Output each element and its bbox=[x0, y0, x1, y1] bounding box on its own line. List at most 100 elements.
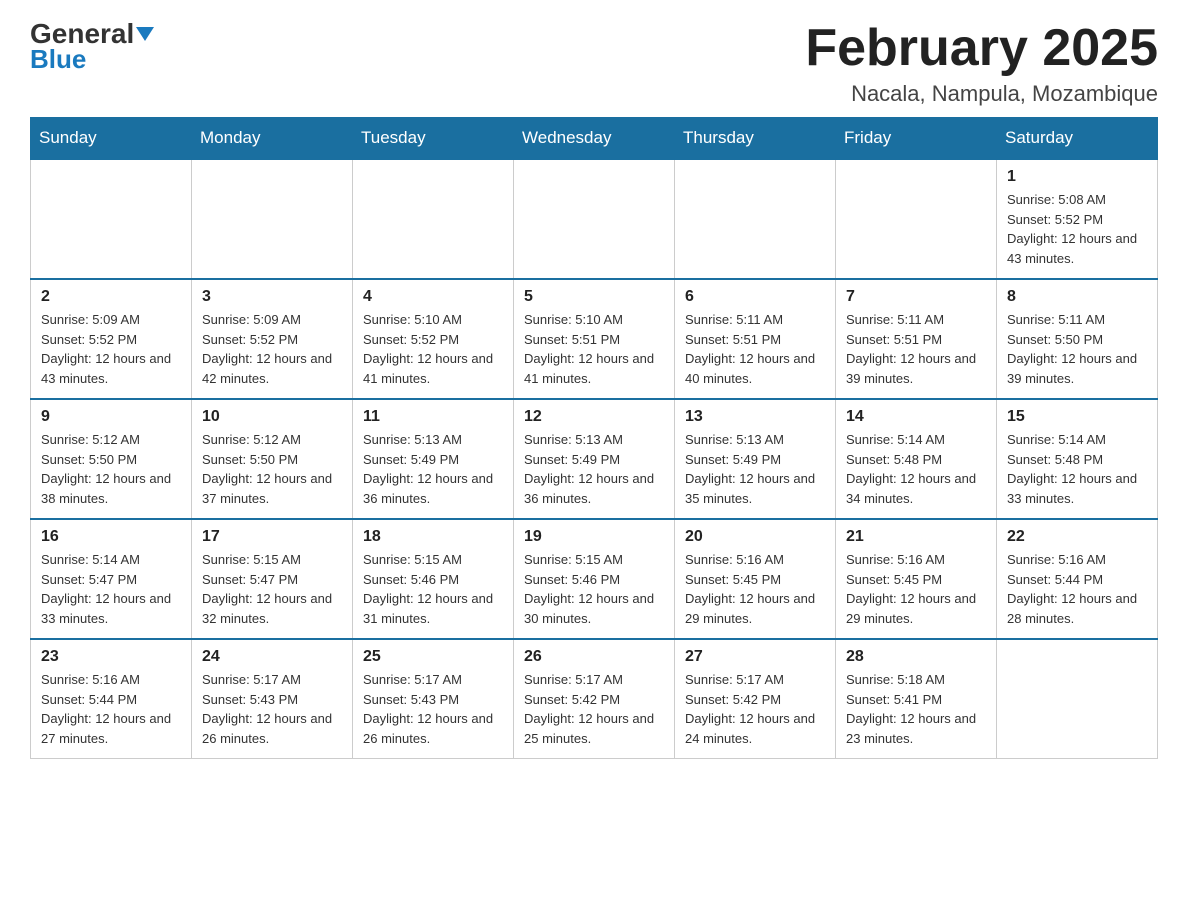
day-info: Sunrise: 5:17 AM Sunset: 5:43 PM Dayligh… bbox=[202, 670, 342, 748]
calendar-day-cell: 7 Sunrise: 5:11 AM Sunset: 5:51 PM Daylig… bbox=[836, 279, 997, 399]
calendar-header-tuesday: Tuesday bbox=[353, 118, 514, 160]
calendar-day-cell: 1Sunrise: 5:08 AM Sunset: 5:52 PM Daylig… bbox=[997, 159, 1158, 279]
calendar-day-cell: 11 Sunrise: 5:13 AM Sunset: 5:49 PM Dayli… bbox=[353, 399, 514, 519]
calendar-day-cell: 3 Sunrise: 5:09 AM Sunset: 5:52 PM Daylig… bbox=[192, 279, 353, 399]
day-number: 13 bbox=[685, 408, 825, 426]
day-number: 11 bbox=[363, 408, 503, 426]
day-number: 21 bbox=[846, 528, 986, 546]
day-info: Sunrise: 5:14 AM Sunset: 5:48 PM Dayligh… bbox=[1007, 430, 1147, 508]
calendar-day-cell: 16 Sunrise: 5:14 AM Sunset: 5:47 PM Dayli… bbox=[31, 519, 192, 639]
calendar-day-cell: 21 Sunrise: 5:16 AM Sunset: 5:45 PM Dayli… bbox=[836, 519, 997, 639]
calendar-day-cell bbox=[997, 639, 1158, 759]
day-info: Sunrise: 5:11 AM Sunset: 5:51 PM Dayligh… bbox=[846, 310, 986, 388]
day-number: 19 bbox=[524, 528, 664, 546]
calendar-day-cell: 20 Sunrise: 5:16 AM Sunset: 5:45 PM Dayli… bbox=[675, 519, 836, 639]
day-info: Sunrise: 5:16 AM Sunset: 5:44 PM Dayligh… bbox=[41, 670, 181, 748]
day-info: Sunrise: 5:10 AM Sunset: 5:51 PM Dayligh… bbox=[524, 310, 664, 388]
calendar-week-row: 1Sunrise: 5:08 AM Sunset: 5:52 PM Daylig… bbox=[31, 159, 1158, 279]
calendar-day-cell: 14 Sunrise: 5:14 AM Sunset: 5:48 PM Dayli… bbox=[836, 399, 997, 519]
calendar-header-friday: Friday bbox=[836, 118, 997, 160]
day-number: 14 bbox=[846, 408, 986, 426]
day-number: 23 bbox=[41, 648, 181, 666]
day-number: 20 bbox=[685, 528, 825, 546]
calendar-day-cell: 10 Sunrise: 5:12 AM Sunset: 5:50 PM Dayli… bbox=[192, 399, 353, 519]
page-header: General Blue February 2025 Nacala, Nampu… bbox=[30, 20, 1158, 107]
day-info: Sunrise: 5:17 AM Sunset: 5:42 PM Dayligh… bbox=[524, 670, 664, 748]
calendar-day-cell: 2 Sunrise: 5:09 AM Sunset: 5:52 PM Daylig… bbox=[31, 279, 192, 399]
location: Nacala, Nampula, Mozambique bbox=[805, 81, 1158, 107]
day-info: Sunrise: 5:12 AM Sunset: 5:50 PM Dayligh… bbox=[41, 430, 181, 508]
calendar-day-cell: 12Sunrise: 5:13 AM Sunset: 5:49 PM Dayli… bbox=[514, 399, 675, 519]
day-number: 15 bbox=[1007, 408, 1147, 426]
day-number: 17 bbox=[202, 528, 342, 546]
logo: General Blue bbox=[30, 20, 154, 75]
day-info: Sunrise: 5:09 AM Sunset: 5:52 PM Dayligh… bbox=[202, 310, 342, 388]
day-number: 8 bbox=[1007, 288, 1147, 306]
calendar-header-thursday: Thursday bbox=[675, 118, 836, 160]
calendar-day-cell: 13 Sunrise: 5:13 AM Sunset: 5:49 PM Dayli… bbox=[675, 399, 836, 519]
calendar-day-cell bbox=[514, 159, 675, 279]
calendar-day-cell: 25 Sunrise: 5:17 AM Sunset: 5:43 PM Dayli… bbox=[353, 639, 514, 759]
day-number: 28 bbox=[846, 648, 986, 666]
day-number: 9 bbox=[41, 408, 181, 426]
calendar-day-cell: 9 Sunrise: 5:12 AM Sunset: 5:50 PM Daylig… bbox=[31, 399, 192, 519]
calendar-day-cell: 4 Sunrise: 5:10 AM Sunset: 5:52 PM Daylig… bbox=[353, 279, 514, 399]
day-number: 22 bbox=[1007, 528, 1147, 546]
day-number: 12 bbox=[524, 408, 664, 426]
day-info: Sunrise: 5:15 AM Sunset: 5:46 PM Dayligh… bbox=[363, 550, 503, 628]
day-info: Sunrise: 5:16 AM Sunset: 5:45 PM Dayligh… bbox=[685, 550, 825, 628]
calendar-day-cell: 5Sunrise: 5:10 AM Sunset: 5:51 PM Daylig… bbox=[514, 279, 675, 399]
day-number: 26 bbox=[524, 648, 664, 666]
calendar-day-cell: 24Sunrise: 5:17 AM Sunset: 5:43 PM Dayli… bbox=[192, 639, 353, 759]
logo-triangle-icon bbox=[136, 27, 154, 41]
calendar-day-cell: 15 Sunrise: 5:14 AM Sunset: 5:48 PM Dayli… bbox=[997, 399, 1158, 519]
calendar-header-row: SundayMondayTuesdayWednesdayThursdayFrid… bbox=[31, 118, 1158, 160]
day-number: 6 bbox=[685, 288, 825, 306]
calendar-day-cell: 22Sunrise: 5:16 AM Sunset: 5:44 PM Dayli… bbox=[997, 519, 1158, 639]
calendar-week-row: 9 Sunrise: 5:12 AM Sunset: 5:50 PM Daylig… bbox=[31, 399, 1158, 519]
calendar-header-wednesday: Wednesday bbox=[514, 118, 675, 160]
day-info: Sunrise: 5:13 AM Sunset: 5:49 PM Dayligh… bbox=[685, 430, 825, 508]
day-info: Sunrise: 5:17 AM Sunset: 5:43 PM Dayligh… bbox=[363, 670, 503, 748]
calendar-week-row: 16 Sunrise: 5:14 AM Sunset: 5:47 PM Dayli… bbox=[31, 519, 1158, 639]
day-number: 7 bbox=[846, 288, 986, 306]
day-info: Sunrise: 5:15 AM Sunset: 5:46 PM Dayligh… bbox=[524, 550, 664, 628]
day-info: Sunrise: 5:14 AM Sunset: 5:47 PM Dayligh… bbox=[41, 550, 181, 628]
day-info: Sunrise: 5:16 AM Sunset: 5:45 PM Dayligh… bbox=[846, 550, 986, 628]
calendar-day-cell: 18 Sunrise: 5:15 AM Sunset: 5:46 PM Dayli… bbox=[353, 519, 514, 639]
calendar-day-cell: 26 Sunrise: 5:17 AM Sunset: 5:42 PM Dayli… bbox=[514, 639, 675, 759]
calendar-day-cell: 27Sunrise: 5:17 AM Sunset: 5:42 PM Dayli… bbox=[675, 639, 836, 759]
day-number: 10 bbox=[202, 408, 342, 426]
calendar-day-cell bbox=[353, 159, 514, 279]
calendar-day-cell: 8 Sunrise: 5:11 AM Sunset: 5:50 PM Daylig… bbox=[997, 279, 1158, 399]
calendar-header-saturday: Saturday bbox=[997, 118, 1158, 160]
day-number: 4 bbox=[363, 288, 503, 306]
calendar-day-cell bbox=[836, 159, 997, 279]
day-info: Sunrise: 5:15 AM Sunset: 5:47 PM Dayligh… bbox=[202, 550, 342, 628]
day-number: 18 bbox=[363, 528, 503, 546]
calendar-week-row: 23 Sunrise: 5:16 AM Sunset: 5:44 PM Dayli… bbox=[31, 639, 1158, 759]
calendar-header-sunday: Sunday bbox=[31, 118, 192, 160]
month-title: February 2025 bbox=[805, 20, 1158, 77]
day-info: Sunrise: 5:17 AM Sunset: 5:42 PM Dayligh… bbox=[685, 670, 825, 748]
day-number: 25 bbox=[363, 648, 503, 666]
day-info: Sunrise: 5:09 AM Sunset: 5:52 PM Dayligh… bbox=[41, 310, 181, 388]
day-number: 3 bbox=[202, 288, 342, 306]
calendar-day-cell: 6 Sunrise: 5:11 AM Sunset: 5:51 PM Daylig… bbox=[675, 279, 836, 399]
calendar-day-cell bbox=[31, 159, 192, 279]
day-number: 16 bbox=[41, 528, 181, 546]
day-number: 2 bbox=[41, 288, 181, 306]
day-info: Sunrise: 5:12 AM Sunset: 5:50 PM Dayligh… bbox=[202, 430, 342, 508]
logo-blue: Blue bbox=[30, 44, 86, 75]
day-info: Sunrise: 5:18 AM Sunset: 5:41 PM Dayligh… bbox=[846, 670, 986, 748]
day-info: Sunrise: 5:13 AM Sunset: 5:49 PM Dayligh… bbox=[363, 430, 503, 508]
day-info: Sunrise: 5:08 AM Sunset: 5:52 PM Dayligh… bbox=[1007, 190, 1147, 268]
day-info: Sunrise: 5:10 AM Sunset: 5:52 PM Dayligh… bbox=[363, 310, 503, 388]
day-info: Sunrise: 5:11 AM Sunset: 5:51 PM Dayligh… bbox=[685, 310, 825, 388]
calendar-day-cell: 23 Sunrise: 5:16 AM Sunset: 5:44 PM Dayli… bbox=[31, 639, 192, 759]
calendar-day-cell: 28 Sunrise: 5:18 AM Sunset: 5:41 PM Dayli… bbox=[836, 639, 997, 759]
calendar-week-row: 2 Sunrise: 5:09 AM Sunset: 5:52 PM Daylig… bbox=[31, 279, 1158, 399]
calendar-header-monday: Monday bbox=[192, 118, 353, 160]
day-info: Sunrise: 5:11 AM Sunset: 5:50 PM Dayligh… bbox=[1007, 310, 1147, 388]
day-info: Sunrise: 5:14 AM Sunset: 5:48 PM Dayligh… bbox=[846, 430, 986, 508]
